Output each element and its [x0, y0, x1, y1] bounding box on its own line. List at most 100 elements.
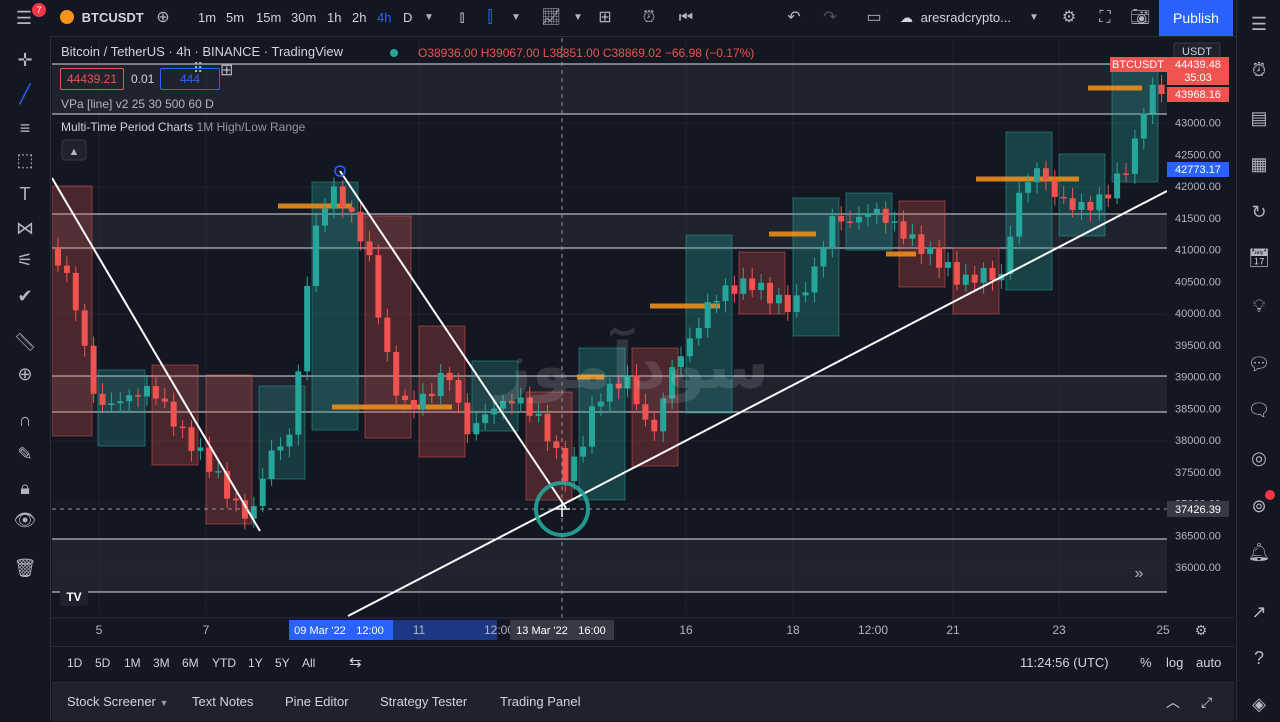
ideas-icon[interactable]: 💡︎ — [1247, 294, 1271, 318]
interval-1h[interactable]: 1h — [327, 0, 341, 36]
lock-icon[interactable]: 🔒︎ — [13, 476, 37, 500]
eye-icon[interactable]: 👁︎ — [13, 508, 37, 532]
rectangle-icon[interactable]: ▭ — [864, 8, 884, 28]
indicators-icon[interactable]: 📈︎ — [541, 8, 561, 28]
indicator-mtpc[interactable]: Multi-Time Period Charts 1M High/Low Ran… — [61, 120, 305, 134]
range-1d[interactable]: 1D — [67, 647, 82, 679]
market-status-dot — [390, 46, 398, 60]
range-5d[interactable]: 5D — [95, 647, 110, 679]
range-1m[interactable]: 1M — [124, 647, 141, 679]
bar-style-icon[interactable]: ⫿ — [480, 8, 500, 28]
clock[interactable]: 11:24:56 (UTC) — [1020, 647, 1109, 679]
watchlist-icon[interactable]: ☰ — [1247, 12, 1271, 36]
range-1y[interactable]: 1Y — [248, 647, 263, 679]
chevron-down-icon[interactable]: ▼ — [1024, 8, 1044, 28]
auto-toggle[interactable]: auto — [1196, 647, 1221, 679]
candle-body — [571, 456, 578, 482]
candle-body — [553, 441, 560, 448]
pattern-icon[interactable]: ⬚ — [13, 148, 37, 172]
interval-30m[interactable]: 30m — [291, 0, 316, 36]
top-toolbar: ☰ 7 BTCUSDT ⊕ 1m 5m 15m 30m 1h 2h 4h D ▼… — [0, 0, 1280, 37]
price-axis[interactable]: 44000.0043500.0043000.0042500.0042000.00… — [1167, 38, 1234, 618]
zoom-in-icon[interactable]: ⊕ — [13, 362, 37, 386]
ruler-icon[interactable]: 📏︎ — [13, 330, 37, 354]
interval-5m[interactable]: 5m — [226, 0, 244, 36]
prediction-icon[interactable]: ⋈ — [13, 216, 37, 240]
interval-2h[interactable]: 2h — [352, 0, 366, 36]
menu-icon[interactable]: ☰ — [14, 8, 34, 28]
redo-icon[interactable]: ↷ — [820, 8, 840, 28]
time-axis[interactable]: 5 7 09 Mar '22 12:00 11 12:00 13 Mar '22… — [52, 617, 1234, 644]
text-icon[interactable]: T — [13, 182, 37, 206]
cloud-layout[interactable]: ☁︎ aresradcrypto... — [900, 0, 1011, 36]
percent-toggle[interactable]: % — [1140, 647, 1152, 679]
tab-pine-editor[interactable]: Pine Editor — [285, 683, 349, 721]
range-ytd[interactable]: YTD — [212, 647, 236, 679]
help-icon[interactable]: ? — [1247, 646, 1271, 670]
compare-add-icon[interactable]: ⊕ — [153, 8, 173, 28]
log-toggle[interactable]: log — [1166, 647, 1183, 679]
measure-lines-icon[interactable]: ⚟ — [13, 248, 37, 272]
sell-button[interactable]: 44439.21 — [60, 68, 124, 90]
candle-body — [767, 282, 773, 304]
currency-label: USDT — [1182, 46, 1212, 58]
undo-icon[interactable]: ↶ — [784, 8, 804, 28]
time-tick: 5 — [96, 623, 103, 637]
tab-strategy-tester[interactable]: Strategy Tester — [380, 683, 467, 721]
trend-icon[interactable]: ↗ — [1247, 600, 1271, 624]
hotlist-icon[interactable]: ▦ — [1247, 152, 1271, 176]
candles-icon[interactable]: ⫾ — [452, 8, 472, 28]
chevron-up-icon[interactable]: ︿ — [1166, 683, 1180, 721]
chevron-down-icon[interactable]: ▼ — [419, 8, 439, 28]
trend-line-icon[interactable]: ╱ — [13, 82, 37, 106]
axis-settings-icon[interactable]: ⚙︎ — [1195, 622, 1208, 638]
tab-stock-screener[interactable]: Stock Screener ▼ — [67, 683, 168, 721]
streams-icon[interactable]: ◎ — [1247, 446, 1271, 470]
maximize-panel-icon[interactable]: ⤢ — [1201, 683, 1212, 721]
camera-icon[interactable]: 📷︎ — [1130, 8, 1150, 28]
chevron-down-icon[interactable]: ▼ — [506, 8, 526, 28]
interval-4h[interactable]: 4h — [377, 0, 391, 36]
price-tick: 36000.00 — [1175, 562, 1221, 574]
layers-icon[interactable]: ◈ — [1247, 692, 1271, 716]
range-6m[interactable]: 6M — [182, 647, 199, 679]
interval-1m[interactable]: 1m — [198, 0, 216, 36]
drag-handle-icon[interactable]: ⠿ — [193, 60, 203, 77]
data-window-icon[interactable]: ▤ — [1247, 106, 1271, 130]
magnet-icon[interactable]: ∩ — [13, 408, 37, 432]
fullscreen-icon[interactable]: ⛶ — [1095, 8, 1115, 28]
calendar-icon[interactable]: 📅︎ — [1247, 246, 1271, 270]
candle-body — [322, 208, 328, 226]
history-icon[interactable]: ↻ — [1247, 200, 1271, 224]
crosshair-icon[interactable]: ✛ — [13, 48, 37, 72]
pencil-lock-icon[interactable]: ✎ — [13, 442, 37, 466]
chat-icon[interactable]: 💬︎ — [1247, 352, 1271, 376]
chevron-down-icon: ▼ — [159, 698, 169, 708]
goto-date-icon[interactable]: ⇆ — [349, 647, 362, 679]
candle-body — [304, 286, 311, 372]
chevron-down-icon[interactable]: ▼ — [568, 8, 588, 28]
range-all[interactable]: All — [302, 647, 315, 679]
tab-text-notes[interactable]: Text Notes — [192, 683, 253, 721]
trash-icon[interactable]: 🗑︎ — [13, 556, 37, 580]
scroll-to-realtime-icon[interactable]: » — [1135, 565, 1144, 582]
interval-15m[interactable]: 15m — [256, 0, 281, 36]
comments-icon[interactable]: 🗨︎ — [1247, 398, 1271, 422]
publish-button[interactable]: Publish — [1159, 0, 1233, 36]
symbol-search[interactable]: BTCUSDT — [60, 0, 144, 36]
indicator-vpa[interactable]: VPa [line] v2 25 30 500 60 D — [61, 97, 214, 111]
fib-icon[interactable]: ≡ — [13, 116, 37, 140]
gear-icon[interactable]: ⚙︎ — [1059, 8, 1079, 28]
interval-d[interactable]: D — [403, 0, 412, 36]
alert-icon[interactable]: ⏰︎ — [639, 8, 659, 28]
object-tree-icon[interactable]: ⊞ — [220, 60, 233, 80]
layout-grid-icon[interactable]: ⊞ — [595, 8, 615, 28]
checkmark-icon[interactable]: ✔ — [13, 284, 37, 308]
alarm-clock-icon[interactable]: ⏰︎ — [1247, 58, 1271, 82]
range-3m[interactable]: 3M — [153, 647, 170, 679]
buy-button[interactable]: 444 — [160, 68, 220, 90]
tab-trading-panel[interactable]: Trading Panel — [500, 683, 580, 721]
notifications-icon[interactable]: 🔔︎ — [1247, 540, 1271, 564]
range-5y[interactable]: 5Y — [275, 647, 290, 679]
replay-icon[interactable]: ⏮︎ — [676, 8, 696, 28]
